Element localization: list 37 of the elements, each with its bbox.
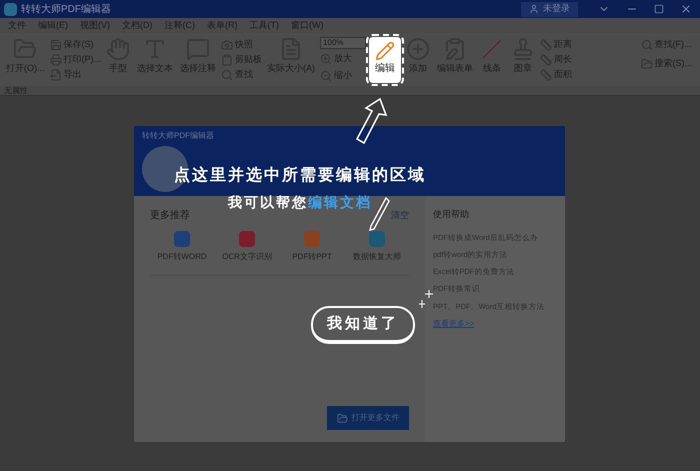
distance-icon — [540, 38, 552, 50]
zoom-field[interactable]: 100% — [320, 37, 366, 49]
zoom-in-icon — [320, 52, 332, 64]
help-heading: 使用帮助 — [433, 208, 470, 221]
perimeter-icon — [540, 54, 552, 66]
snapshot-icon — [221, 38, 233, 50]
edit-button[interactable]: 编辑 — [369, 37, 401, 83]
got-it-button[interactable]: 我知道了 — [311, 306, 415, 344]
clear-button[interactable]: 清空 — [391, 208, 409, 222]
dialog-title: 转转大师PDF编辑器 — [142, 130, 215, 142]
zoom-out-icon — [320, 70, 332, 82]
pointer-arrow-drawing — [354, 97, 388, 145]
line-icon — [480, 37, 504, 61]
find-icon — [221, 68, 233, 80]
login-status: 未登录 — [543, 2, 570, 16]
avatar-icon — [142, 146, 188, 192]
login-area[interactable]: 未登录 — [521, 2, 578, 16]
area-icon — [540, 68, 552, 80]
section-heading: 更多推荐 — [150, 208, 190, 223]
clipboard-icon — [221, 54, 233, 66]
more-link[interactable]: 查看更多>> — [433, 318, 557, 330]
sparkle-icon — [419, 290, 433, 308]
guide-subtitle: 我可以帮您编辑文档 — [228, 193, 372, 212]
export-icon — [50, 68, 62, 80]
close-icon[interactable] — [680, 3, 692, 15]
save-icon — [50, 38, 62, 50]
user-icon — [529, 4, 539, 14]
open-more-files-button[interactable]: 打开更多文件 — [327, 406, 409, 430]
app-logo-icon — [4, 2, 17, 16]
window-title: 转转大师PDF编辑器 — [21, 2, 111, 16]
quick-find-icon — [640, 38, 652, 50]
folder-icon — [336, 412, 348, 424]
pencil-drawing — [368, 196, 390, 232]
pencil-icon — [375, 41, 395, 61]
guide-instruction: 点这里并选中所需要编辑的区域 — [174, 165, 426, 186]
maximize-icon[interactable] — [654, 4, 664, 14]
print-icon — [50, 54, 62, 66]
